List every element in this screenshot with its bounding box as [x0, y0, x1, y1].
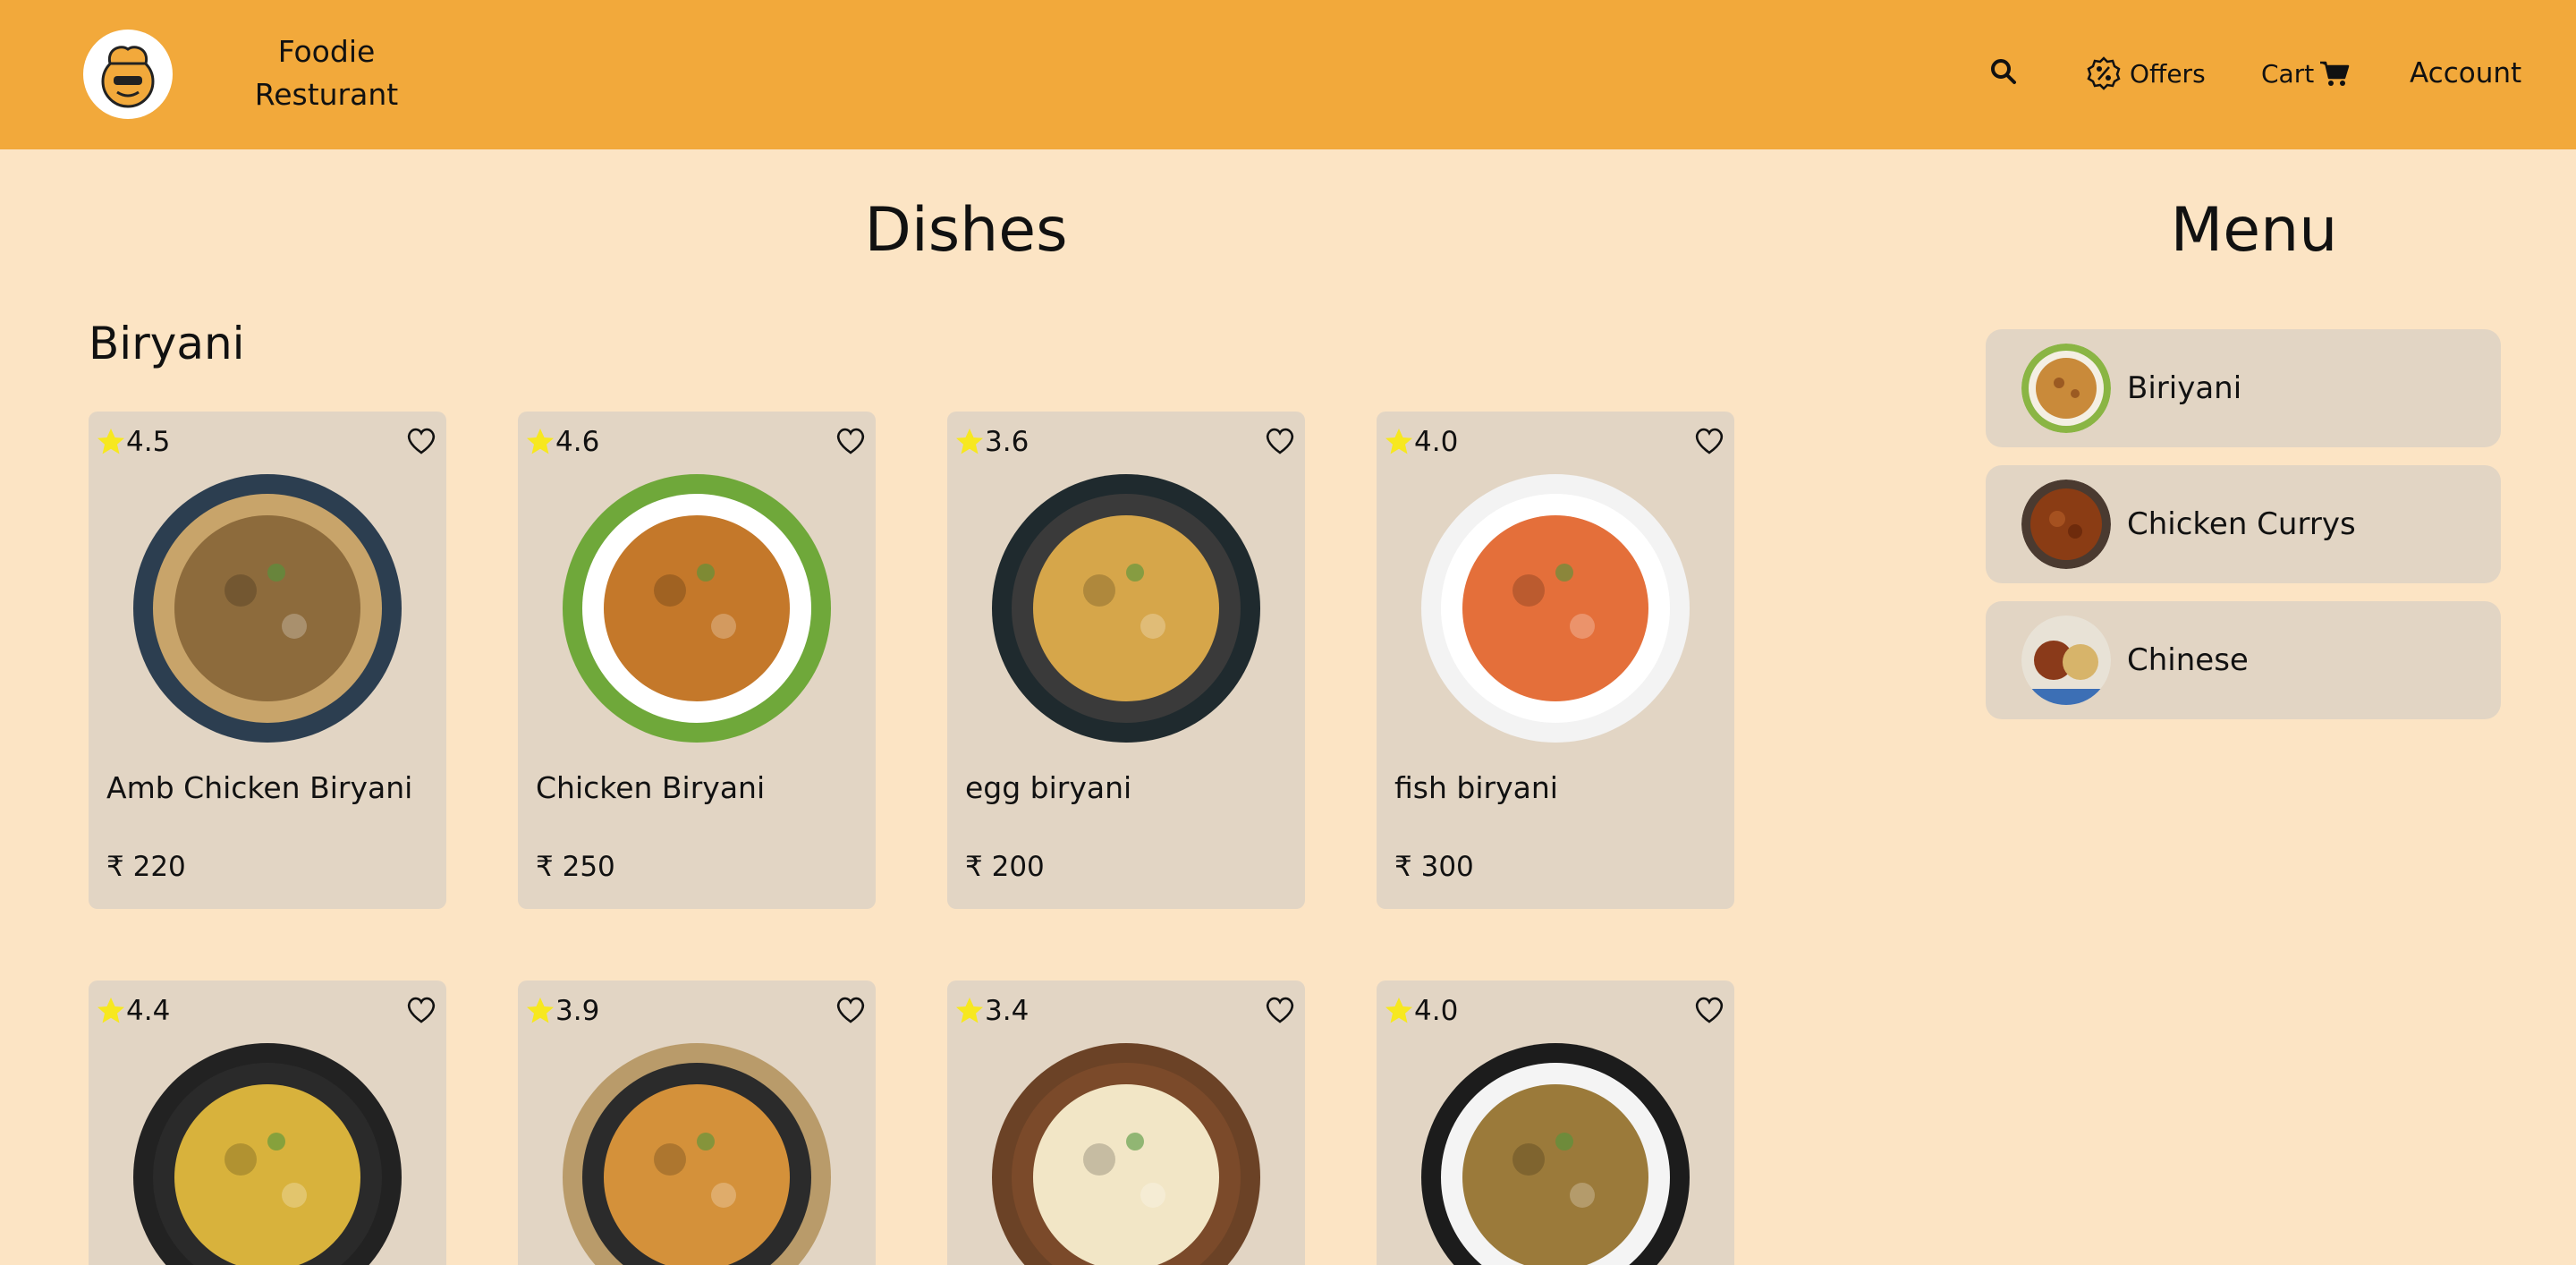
star-icon	[97, 429, 124, 454]
dish-image	[1421, 474, 1690, 743]
dish-rating: 4.5	[96, 426, 170, 458]
rating-value: 4.0	[1414, 995, 1459, 1027]
dish-card[interactable]: 4.4	[89, 981, 446, 1265]
search-icon	[1991, 59, 2016, 84]
star-icon	[956, 429, 983, 454]
star-icon	[1385, 998, 1412, 1023]
dish-name: Chicken Biryani	[536, 770, 766, 805]
menu-item-chicken-currys[interactable]: Chicken Currys	[1986, 465, 2501, 583]
currency-symbol: ₹	[1394, 851, 1412, 883]
dish-rating: 3.6	[954, 426, 1029, 458]
dish-price: ₹ 200	[965, 848, 1045, 886]
heart-icon[interactable]	[835, 993, 867, 1025]
dish-name: egg biryani	[965, 770, 1132, 805]
star-icon	[1385, 429, 1412, 454]
biryani-image	[2021, 344, 2111, 433]
cart-icon	[2320, 61, 2350, 86]
dish-card[interactable]: 3.6 egg biryani ₹ 200	[947, 412, 1305, 909]
dish-image	[133, 474, 402, 743]
menu-item-chinese[interactable]: Chinese	[1986, 601, 2501, 719]
price-value: 300	[1420, 851, 1474, 883]
rating-value: 3.4	[985, 995, 1030, 1027]
rating-value: 4.6	[555, 426, 600, 458]
heart-icon[interactable]	[1264, 424, 1296, 456]
dish-image	[1421, 1043, 1690, 1265]
currency-symbol: ₹	[536, 851, 554, 883]
dish-rating: 4.4	[96, 995, 170, 1027]
brand-name: Foodie Resturant	[242, 30, 411, 116]
search-button[interactable]	[1987, 55, 2023, 91]
rating-value: 4.4	[126, 995, 171, 1027]
dish-rating: 3.9	[525, 995, 599, 1027]
currency-symbol: ₹	[965, 851, 983, 883]
heart-icon[interactable]	[1693, 993, 1725, 1025]
cart-link[interactable]: Cart	[2261, 54, 2350, 93]
dish-image	[992, 474, 1260, 743]
menu-thumb-chicken-currys	[2021, 480, 2111, 569]
dish-image	[992, 1043, 1260, 1265]
star-icon	[527, 429, 554, 454]
star-icon	[956, 998, 983, 1023]
dish-image	[563, 1043, 831, 1265]
offers-label: Offers	[2130, 58, 2206, 89]
restaurant-logo[interactable]	[83, 30, 173, 119]
dish-card[interactable]: 4.0	[1377, 981, 1734, 1265]
offers-link[interactable]: Offers	[2087, 54, 2206, 93]
dish-image	[133, 1043, 402, 1265]
dish-price: ₹ 220	[106, 848, 186, 886]
menu-heading: Menu	[2170, 195, 2338, 266]
account-link[interactable]: Account	[2410, 54, 2521, 93]
price-value: 220	[132, 851, 186, 883]
heart-icon[interactable]	[835, 424, 867, 456]
dish-image	[563, 474, 831, 743]
menu-thumb-chinese	[2021, 616, 2111, 705]
chicken-curry-image	[2021, 480, 2111, 569]
category-heading: Biryani	[89, 318, 245, 369]
dish-price: ₹ 250	[536, 848, 615, 886]
heart-icon[interactable]	[1264, 993, 1296, 1025]
chinese-food-image	[2021, 616, 2111, 705]
brand-line-1: Foodie	[277, 34, 376, 69]
offer-badge-icon	[2087, 56, 2121, 90]
menu-item-biriyani[interactable]: Biriyani	[1986, 329, 2501, 447]
cart-label: Cart	[2261, 58, 2315, 89]
dishes-heading: Dishes	[864, 195, 1068, 266]
currency-symbol: ₹	[106, 851, 124, 883]
heart-icon[interactable]	[405, 424, 437, 456]
dish-rating: 4.6	[525, 426, 599, 458]
dish-rating: 4.0	[1384, 995, 1458, 1027]
heart-icon[interactable]	[405, 993, 437, 1025]
price-value: 250	[562, 851, 615, 883]
menu-label-chinese: Chinese	[2127, 642, 2249, 678]
dish-rating: 4.0	[1384, 426, 1458, 458]
menu-thumb-biriyani	[2021, 344, 2111, 433]
menu-label-chicken-currys: Chicken Currys	[2127, 506, 2356, 542]
dish-card[interactable]: 4.0 fish biryani ₹ 300	[1377, 412, 1734, 909]
price-value: 200	[991, 851, 1045, 883]
heart-icon[interactable]	[1693, 424, 1725, 456]
rating-value: 4.0	[1414, 426, 1459, 458]
dish-card[interactable]: 4.5 Amb Chicken Biryani ₹ 220	[89, 412, 446, 909]
star-icon	[97, 998, 124, 1023]
top-header: Foodie Resturant Offers Cart Account	[0, 0, 2576, 149]
rating-value: 4.5	[126, 426, 171, 458]
dish-card[interactable]: 4.6 Chicken Biryani ₹ 250	[518, 412, 876, 909]
dish-card[interactable]: 3.4	[947, 981, 1305, 1265]
dish-name: Amb Chicken Biryani	[106, 770, 413, 805]
dish-name: fish biryani	[1394, 770, 1558, 805]
dish-price: ₹ 300	[1394, 848, 1474, 886]
chef-logo-icon	[101, 46, 155, 108]
rating-value: 3.9	[555, 995, 600, 1027]
rating-value: 3.6	[985, 426, 1030, 458]
menu-label-biriyani: Biriyani	[2127, 370, 2242, 406]
star-icon	[527, 998, 554, 1023]
brand-line-2: Resturant	[254, 77, 399, 112]
dish-rating: 3.4	[954, 995, 1029, 1027]
dish-card[interactable]: 3.9	[518, 981, 876, 1265]
